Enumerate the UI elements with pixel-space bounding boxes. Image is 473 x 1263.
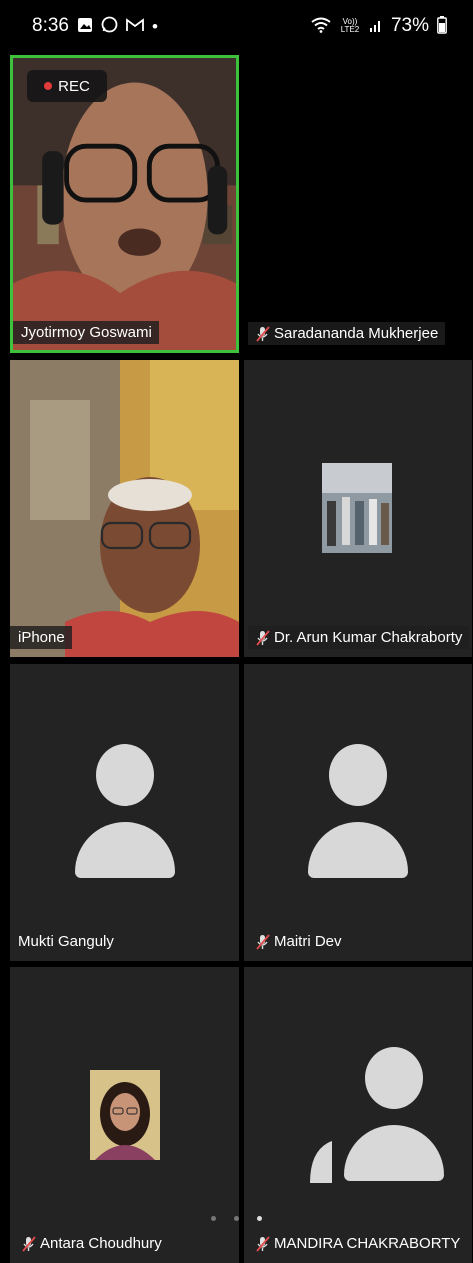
- participant-tile-dr-arun-kumar-chakraborty[interactable]: Dr. Arun Kumar Chakraborty: [244, 360, 472, 657]
- page-indicator[interactable]: [0, 1216, 473, 1221]
- participant-name-label: MANDIRA CHAKRABORTY: [248, 1232, 467, 1255]
- dot-icon: •: [151, 16, 158, 36]
- microphone-muted-icon: [256, 325, 270, 342]
- microphone-muted-icon: [256, 629, 270, 646]
- status-bar: 8:36 • Vo)) LTE2 73%: [0, 0, 473, 52]
- page-dot[interactable]: [234, 1216, 239, 1221]
- participant-name-label: Mukti Ganguly: [18, 933, 114, 950]
- wifi-icon: [311, 17, 331, 36]
- battery-percentage: 73%: [390, 15, 429, 36]
- volte-icon: Vo)) LTE2: [340, 17, 360, 34]
- microphone-muted-icon: [256, 1235, 270, 1252]
- participant-name-label: Antara Choudhury: [14, 1232, 169, 1255]
- avatar-placeholder-icon: [74, 744, 175, 884]
- participant-name-label: Dr. Arun Kumar Chakraborty: [248, 626, 470, 649]
- avatar-placeholder-icon: [344, 1047, 444, 1187]
- recording-indicator: REC: [27, 70, 107, 102]
- participant-tile-saradananda-mukherjee[interactable]: Saradananda Mukherjee: [244, 55, 472, 353]
- gmail-icon: [126, 17, 144, 35]
- participant-tile-iphone[interactable]: iPhone: [10, 360, 239, 657]
- participant-tile-maitri-dev[interactable]: Maitri Dev: [244, 664, 472, 961]
- status-bar-right: Vo)) LTE2 73%: [311, 15, 447, 37]
- participant-video: [10, 360, 239, 657]
- recording-dot-icon: [44, 82, 53, 90]
- participant-thumbnail: [90, 1070, 160, 1160]
- participant-tile-mukti-ganguly[interactable]: Mukti Ganguly: [10, 664, 239, 961]
- battery-icon: [437, 15, 447, 37]
- status-bar-left: 8:36 •: [32, 15, 158, 37]
- participant-thumbnail: [322, 463, 392, 553]
- participant-name-label: Jyotirmoy Goswami: [13, 321, 159, 344]
- participant-name-label: Maitri Dev: [248, 930, 349, 953]
- whatsapp-icon: [101, 16, 118, 36]
- recording-label: REC: [58, 77, 90, 95]
- avatar-placeholder-icon: [308, 744, 408, 884]
- clock: 8:36: [32, 15, 69, 36]
- participant-name-label: iPhone: [10, 626, 72, 649]
- participant-name-label: Saradananda Mukherjee: [248, 322, 446, 345]
- page-dot[interactable]: [211, 1216, 216, 1221]
- avatar-fragment-icon: [310, 1141, 332, 1183]
- microphone-muted-icon: [22, 1235, 36, 1252]
- gallery-icon: [77, 17, 93, 36]
- page-dot-active[interactable]: [257, 1216, 262, 1221]
- signal-icon: [369, 17, 383, 36]
- microphone-muted-icon: [256, 933, 270, 950]
- participant-tile-jyotirmoy-goswami[interactable]: REC Jyotirmoy Goswami: [10, 55, 239, 353]
